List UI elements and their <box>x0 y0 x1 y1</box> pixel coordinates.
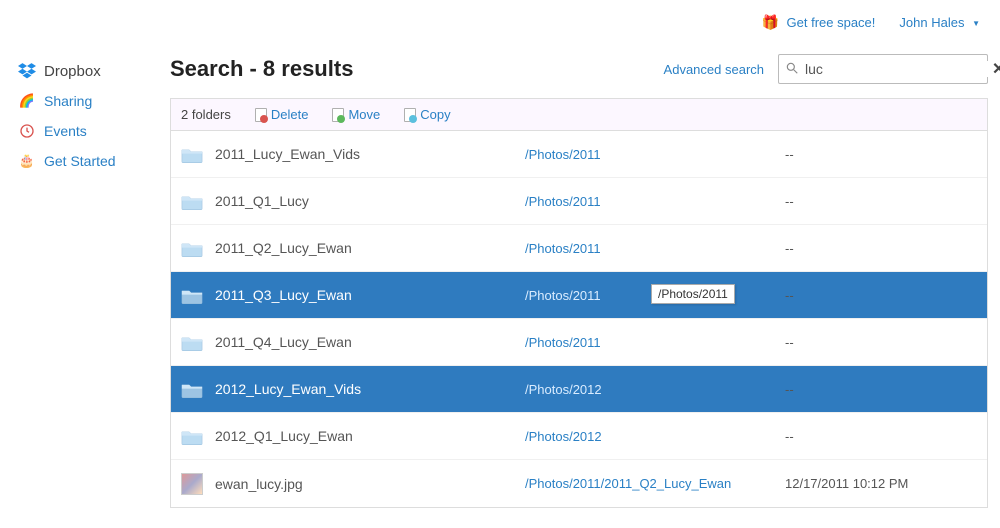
item-modified: -- <box>785 241 987 256</box>
search-box[interactable]: ✕ <box>778 54 988 84</box>
sidebar-item-label: Events <box>44 123 87 139</box>
copy-icon <box>404 108 416 122</box>
item-name: 2011_Q1_Lucy <box>215 193 525 209</box>
copy-label: Copy <box>420 107 450 122</box>
item-name: 2012_Q1_Lucy_Ewan <box>215 428 525 444</box>
sidebar-item-label: Dropbox <box>44 63 101 80</box>
table-row[interactable]: 2011_Q1_Lucy/Photos/2011-- <box>171 178 987 225</box>
table-row[interactable]: 2011_Q4_Lucy_Ewan/Photos/2011-- <box>171 319 987 366</box>
item-path[interactable]: /Photos/2011 <box>525 194 785 209</box>
path-tooltip: /Photos/2011 <box>651 284 735 304</box>
advanced-search-link[interactable]: Advanced search <box>664 62 764 77</box>
item-name: 2011_Q3_Lucy_Ewan <box>215 287 525 303</box>
delete-label: Delete <box>271 107 309 122</box>
move-icon <box>332 108 344 122</box>
item-path[interactable]: /Photos/2011 <box>525 147 785 162</box>
image-thumbnail-icon <box>181 473 203 495</box>
user-name: John Hales <box>899 15 964 30</box>
item-modified: -- <box>785 194 987 209</box>
item-path[interactable]: /Photos/2011 <box>525 241 785 256</box>
dropbox-icon <box>18 62 36 80</box>
rainbow-icon: 🌈 <box>18 92 36 110</box>
sidebar-item-label: Sharing <box>44 93 92 109</box>
gift-icon: 🎁 <box>761 14 778 30</box>
move-label: Move <box>348 107 380 122</box>
item-path[interactable]: /Photos/2012 <box>525 429 785 444</box>
table-row[interactable]: ewan_lucy.jpg/Photos/2011/2011_Q2_Lucy_E… <box>171 460 987 507</box>
item-modified: -- <box>785 288 987 303</box>
table-row[interactable]: 2011_Q3_Lucy_Ewan/Photos/2011--/Photos/2… <box>171 272 987 319</box>
item-name: 2011_Lucy_Ewan_Vids <box>215 146 525 162</box>
table-row[interactable]: 2012_Lucy_Ewan_Vids/Photos/2012-- <box>171 366 987 413</box>
selection-count: 2 folders <box>181 107 231 122</box>
item-name: 2011_Q2_Lucy_Ewan <box>215 240 525 256</box>
sidebar-item-events[interactable]: Events <box>14 116 160 146</box>
move-button[interactable]: Move <box>332 107 380 122</box>
sidebar-item-label: Get Started <box>44 153 116 169</box>
item-path[interactable]: /Photos/2011/2011_Q2_Lucy_Ewan <box>525 476 785 491</box>
sidebar-item-sharing[interactable]: 🌈 Sharing <box>14 86 160 116</box>
item-modified: -- <box>785 429 987 444</box>
folder-icon <box>181 334 203 351</box>
item-name: ewan_lucy.jpg <box>215 476 525 492</box>
sidebar-item-dropbox[interactable]: Dropbox <box>14 56 160 86</box>
item-name: 2012_Lucy_Ewan_Vids <box>215 381 525 397</box>
results-list: 2011_Lucy_Ewan_Vids/Photos/2011--2011_Q1… <box>170 131 988 508</box>
sidebar: Dropbox 🌈 Sharing Events 🎂 Get Started <box>0 36 170 528</box>
search-icon <box>785 61 799 78</box>
clock-icon <box>18 122 36 140</box>
folder-icon <box>181 381 203 398</box>
action-bar: 2 folders Delete Move Copy <box>170 98 988 131</box>
user-menu[interactable]: John Hales ▼ <box>899 15 980 30</box>
table-row[interactable]: 2012_Q1_Lucy_Ewan/Photos/2012-- <box>171 413 987 460</box>
free-space-label: Get free space! <box>787 15 876 30</box>
folder-icon <box>181 146 203 163</box>
search-input[interactable] <box>799 61 992 77</box>
table-row[interactable]: 2011_Lucy_Ewan_Vids/Photos/2011-- <box>171 131 987 178</box>
cake-icon: 🎂 <box>18 152 36 170</box>
page-title: Search - 8 results <box>170 56 353 82</box>
item-modified: 12/17/2011 10:12 PM <box>785 476 987 491</box>
copy-button[interactable]: Copy <box>404 107 450 122</box>
table-row[interactable]: 2011_Q2_Lucy_Ewan/Photos/2011-- <box>171 225 987 272</box>
item-modified: -- <box>785 147 987 162</box>
item-path[interactable]: /Photos/2012 <box>525 382 785 397</box>
sidebar-item-getstarted[interactable]: 🎂 Get Started <box>14 146 160 176</box>
delete-icon <box>255 108 267 122</box>
item-name: 2011_Q4_Lucy_Ewan <box>215 334 525 350</box>
delete-button[interactable]: Delete <box>255 107 309 122</box>
free-space-link[interactable]: 🎁 Get free space! <box>761 14 875 31</box>
folder-icon <box>181 287 203 304</box>
clear-search-icon[interactable]: ✕ <box>992 59 1000 79</box>
folder-icon <box>181 240 203 257</box>
folder-icon <box>181 193 203 210</box>
item-path[interactable]: /Photos/2011 <box>525 335 785 350</box>
item-modified: -- <box>785 382 987 397</box>
chevron-down-icon: ▼ <box>972 19 980 28</box>
folder-icon <box>181 428 203 445</box>
item-modified: -- <box>785 335 987 350</box>
